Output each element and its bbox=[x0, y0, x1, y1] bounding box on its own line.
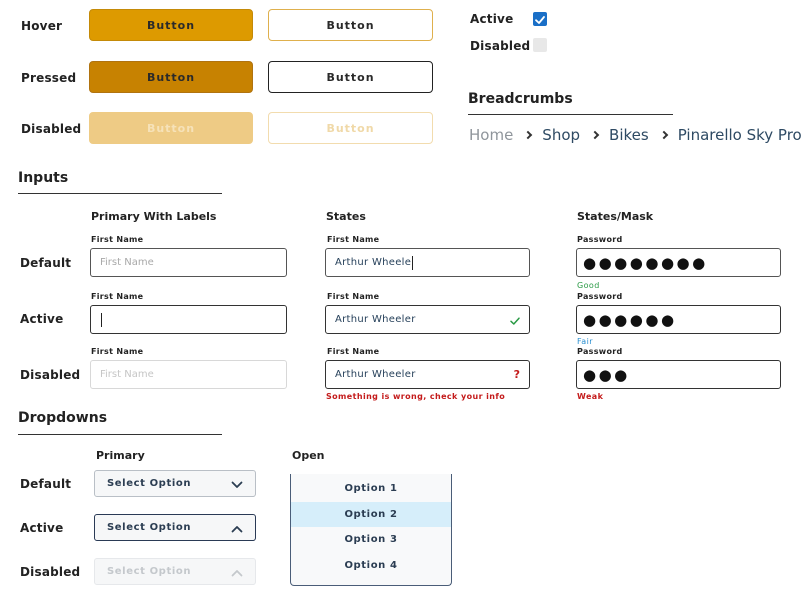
inputs-title: Inputs bbox=[18, 170, 69, 186]
dropdowns-row-active: Active bbox=[20, 521, 64, 535]
inputs-col-mask: States/Mask bbox=[577, 210, 654, 223]
text-cursor bbox=[412, 255, 414, 270]
dropdowns-col-primary: Primary bbox=[96, 449, 145, 462]
checkbox-label-disabled: Disabled bbox=[470, 39, 531, 53]
dropdowns-rule bbox=[18, 434, 222, 435]
select-value: Select Option bbox=[107, 522, 192, 533]
select-dropdown-active[interactable]: Select Option bbox=[94, 514, 256, 541]
outline-button-pressed[interactable]: Button bbox=[268, 61, 433, 93]
checkmark-icon bbox=[535, 16, 545, 24]
outline-button-disabled: Button bbox=[268, 112, 433, 144]
first-name-value: Arthur Wheeler bbox=[335, 314, 416, 325]
chevron-up-icon bbox=[231, 570, 243, 577]
first-name-label: First Name bbox=[327, 292, 380, 301]
inputs-row-disabled: Disabled bbox=[20, 368, 81, 382]
first-name-value: Arthur Wheele bbox=[335, 257, 412, 268]
password-strength-fair: Fair bbox=[577, 337, 593, 346]
chevron-right-icon bbox=[590, 130, 600, 140]
breadcrumb-shop[interactable]: Shop bbox=[542, 126, 580, 144]
dropdowns-row-default: Default bbox=[20, 477, 72, 491]
inputs-col-states: States bbox=[326, 210, 366, 223]
first-name-input-default[interactable]: First Name bbox=[90, 248, 287, 277]
password-label: Password bbox=[577, 292, 623, 301]
primary-button-hover[interactable]: Button bbox=[89, 9, 253, 41]
password-strength-weak: Weak bbox=[577, 392, 604, 401]
inputs-rule bbox=[18, 193, 222, 194]
primary-button-pressed[interactable]: Button bbox=[89, 61, 253, 93]
first-name-label: First Name bbox=[91, 292, 144, 301]
inputs-col-primary: Primary With Labels bbox=[91, 210, 217, 223]
outline-button-hover[interactable]: Button bbox=[268, 9, 433, 41]
breadcrumb-bikes[interactable]: Bikes bbox=[609, 126, 649, 144]
password-label: Password bbox=[577, 347, 623, 356]
dropdowns-row-disabled: Disabled bbox=[20, 565, 81, 579]
first-name-label: First Name bbox=[91, 235, 144, 244]
dropdown-option[interactable]: Option 3 bbox=[291, 527, 451, 553]
dropdowns-title: Dropdowns bbox=[18, 410, 108, 426]
breadcrumb-home[interactable]: Home bbox=[469, 126, 513, 144]
question-icon: ? bbox=[513, 368, 520, 381]
button-row-label-hover: Hover bbox=[21, 19, 63, 33]
inputs-row-active: Active bbox=[20, 312, 64, 326]
checkbox-active[interactable] bbox=[533, 12, 547, 26]
inputs-row-default: Default bbox=[20, 256, 72, 270]
first-name-input-disabled: First Name bbox=[90, 360, 287, 389]
first-name-label: First Name bbox=[327, 235, 380, 244]
select-value: Select Option bbox=[107, 566, 192, 577]
first-name-input-active[interactable] bbox=[90, 305, 287, 334]
first-name-input-error[interactable]: Arthur Wheeler ? bbox=[325, 360, 530, 389]
password-label: Password bbox=[577, 235, 623, 244]
dropdown-menu-open: Option 1 Option 2 Option 3 Option 4 bbox=[290, 474, 452, 586]
checkbox-label-active: Active bbox=[470, 12, 514, 26]
dropdown-option-selected[interactable]: Option 2 bbox=[291, 501, 451, 527]
password-strength-good: Good bbox=[577, 281, 600, 290]
check-icon bbox=[510, 317, 520, 325]
breadcrumbs-title: Breadcrumbs bbox=[468, 91, 573, 107]
chevron-up-icon bbox=[231, 526, 243, 533]
password-mask: ●●●●●●●● bbox=[583, 253, 708, 272]
button-row-label-disabled: Disabled bbox=[21, 122, 82, 136]
dropdown-option[interactable]: Option 4 bbox=[291, 553, 451, 579]
breadcrumbs-rule bbox=[468, 114, 673, 115]
password-input-default[interactable]: ●●●●●●●● bbox=[576, 248, 781, 277]
breadcrumb: Home Shop Bikes Pinarello Sky Pro bbox=[469, 126, 801, 144]
select-dropdown-default[interactable]: Select Option bbox=[94, 470, 256, 497]
error-message: Something is wrong, check your info bbox=[326, 392, 506, 401]
select-value: Select Option bbox=[107, 478, 192, 489]
primary-button-disabled: Button bbox=[89, 112, 253, 144]
chevron-down-icon bbox=[231, 481, 243, 488]
dropdown-option[interactable]: Option 1 bbox=[291, 476, 451, 502]
first-name-input-typing[interactable]: Arthur Wheele bbox=[325, 248, 530, 277]
password-mask: ●●● bbox=[583, 365, 630, 384]
dropdowns-col-open: Open bbox=[292, 449, 325, 462]
first-name-placeholder: First Name bbox=[100, 257, 154, 268]
chevron-right-icon bbox=[524, 130, 533, 140]
password-input-active[interactable]: ●●●●●● bbox=[576, 305, 781, 334]
first-name-label: First Name bbox=[91, 347, 144, 356]
password-mask: ●●●●●● bbox=[583, 310, 677, 329]
chevron-right-icon bbox=[659, 130, 668, 140]
select-dropdown-disabled: Select Option bbox=[94, 558, 256, 585]
password-input-weak[interactable]: ●●● bbox=[576, 360, 781, 389]
button-row-label-pressed: Pressed bbox=[21, 71, 77, 85]
first-name-placeholder: First Name bbox=[100, 369, 154, 380]
breadcrumb-current: Pinarello Sky Pro bbox=[677, 126, 801, 144]
first-name-input-valid[interactable]: Arthur Wheeler bbox=[325, 305, 530, 334]
text-cursor bbox=[101, 312, 102, 327]
first-name-label: First Name bbox=[327, 347, 380, 356]
checkbox-disabled bbox=[533, 38, 547, 52]
first-name-value: Arthur Wheeler bbox=[335, 369, 416, 380]
